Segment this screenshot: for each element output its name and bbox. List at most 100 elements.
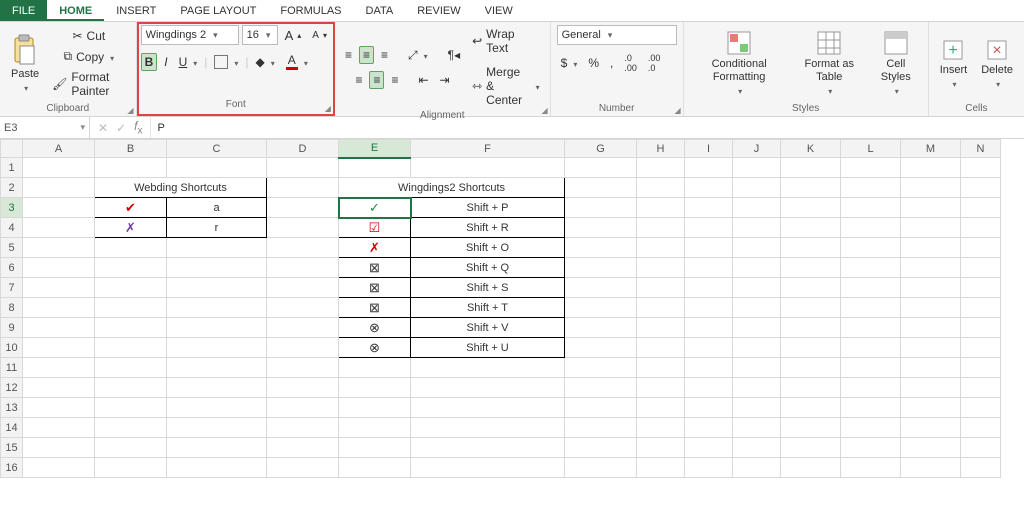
enter-icon[interactable]: ✓ [116,121,126,135]
cell[interactable]: ⊗ [339,318,411,338]
cell[interactable]: ✗ [339,238,411,258]
wrap-text-button[interactable]: ↩Wrap Text [468,25,544,57]
align-left-button[interactable]: ≡ [351,71,366,89]
row-header[interactable]: 10 [1,338,23,358]
col-header[interactable]: G [565,140,637,158]
number-format-combo[interactable]: General ▾ [557,25,677,45]
orientation-button[interactable]: ⤢ [404,46,432,65]
col-header[interactable]: L [841,140,901,158]
cancel-icon[interactable]: ✕ [98,121,108,135]
cell[interactable]: r [167,218,267,238]
indent-decrease-button[interactable]: ⇤ [414,71,432,89]
format-as-table-button[interactable]: Format as Table [793,27,866,99]
row-header[interactable]: 3 [1,198,23,218]
fill-color-button[interactable]: ◆ [252,53,279,71]
row-header[interactable]: 12 [1,378,23,398]
borders-button[interactable] [210,53,242,71]
cell[interactable]: ⊗ [339,338,411,358]
indent-increase-button[interactable]: ⇥ [436,71,454,89]
cell[interactable]: Shift + T [411,298,565,318]
font-family-combo[interactable]: Wingdings 2 ▾ [141,25,239,45]
col-header[interactable]: B [95,140,167,158]
tab-file[interactable]: FILE [0,0,47,21]
cell[interactable]: ⊠ [339,258,411,278]
paste-button[interactable]: Paste [6,31,44,97]
decrease-decimal-button[interactable]: .00.0 [644,51,665,75]
tab-review[interactable]: REVIEW [405,0,472,21]
table-header[interactable]: Webding Shortcuts [95,178,267,198]
col-header[interactable]: I [685,140,733,158]
cell-styles-button[interactable]: Cell Styles [870,27,922,99]
select-all-corner[interactable] [1,140,23,158]
tab-formulas[interactable]: FORMULAS [268,0,353,21]
font-color-button[interactable]: A [282,51,312,72]
dialog-launcher-icon[interactable]: ◢ [541,106,547,115]
tab-home[interactable]: HOME [47,0,104,21]
row-header[interactable]: 5 [1,238,23,258]
percent-button[interactable]: % [584,54,603,72]
font-size-combo[interactable]: 16 ▾ [242,25,278,45]
cell[interactable]: a [167,198,267,218]
row-header[interactable]: 7 [1,278,23,298]
tab-page-layout[interactable]: PAGE LAYOUT [168,0,268,21]
row-header[interactable]: 8 [1,298,23,318]
cell[interactable]: ⊠ [339,298,411,318]
shrink-font-button[interactable]: A▾ [308,28,331,43]
row-header[interactable]: 16 [1,458,23,478]
fx-icon[interactable]: fx [134,119,142,136]
row-header[interactable]: 13 [1,398,23,418]
row-header[interactable]: 14 [1,418,23,438]
bold-button[interactable]: B [141,53,158,71]
col-header[interactable]: K [781,140,841,158]
col-header[interactable]: C [167,140,267,158]
grow-font-button[interactable]: A▴ [281,26,306,45]
col-header[interactable]: D [267,140,339,158]
col-header[interactable]: M [901,140,961,158]
align-top-button[interactable]: ≡ [341,46,356,64]
row-header[interactable]: 11 [1,358,23,378]
italic-button[interactable]: I [160,53,171,71]
cell[interactable]: ✗ [95,218,167,238]
conditional-formatting-button[interactable]: Conditional Formatting [690,27,789,99]
row-header[interactable]: 15 [1,438,23,458]
col-header[interactable]: J [733,140,781,158]
cell[interactable]: Shift + Q [411,258,565,278]
row-header[interactable]: 1 [1,158,23,178]
cell[interactable]: ⊠ [339,278,411,298]
tab-data[interactable]: DATA [354,0,406,21]
row-header[interactable]: 9 [1,318,23,338]
dialog-launcher-icon[interactable]: ◢ [674,106,680,115]
cell[interactable]: Shift + P [411,198,565,218]
spreadsheet-grid[interactable]: A B C D E F G H I J K L M N 1 2 Webding … [0,139,1024,512]
insert-cells-button[interactable]: + Insert [935,35,973,93]
row-header[interactable]: 4 [1,218,23,238]
cell[interactable]: Shift + S [411,278,565,298]
underline-button[interactable]: U [175,53,202,71]
col-header[interactable]: H [637,140,685,158]
align-middle-button[interactable]: ≡ [359,46,374,64]
format-painter-button[interactable]: 🖌 Format Painter [48,68,129,100]
cell[interactable]: Shift + R [411,218,565,238]
name-box[interactable]: E3 ▾ [0,117,90,138]
dialog-launcher-icon[interactable]: ◢ [127,106,133,115]
align-center-button[interactable]: ≡ [369,71,384,89]
align-bottom-button[interactable]: ≡ [377,46,392,64]
col-header[interactable]: F [411,140,565,158]
dialog-launcher-icon[interactable]: ◢ [325,104,331,113]
delete-cells-button[interactable]: × Delete [976,35,1018,93]
tab-insert[interactable]: INSERT [104,0,168,21]
row-header[interactable]: 6 [1,258,23,278]
row-header[interactable]: 2 [1,178,23,198]
copy-button[interactable]: ⧉ Copy [60,47,119,66]
cell-active[interactable]: ✓ [339,198,411,218]
align-right-button[interactable]: ≡ [387,71,402,89]
cell[interactable]: ✔ [95,198,167,218]
formula-input[interactable]: P [151,117,1024,138]
col-header[interactable]: N [961,140,1001,158]
cell[interactable]: Shift + U [411,338,565,358]
tab-view[interactable]: VIEW [473,0,525,21]
comma-button[interactable]: , [606,54,617,72]
merge-center-button[interactable]: ⇿Merge & Center [468,63,544,109]
table-header[interactable]: Wingdings2 Shortcuts [339,178,565,198]
col-header[interactable]: E [339,140,411,158]
